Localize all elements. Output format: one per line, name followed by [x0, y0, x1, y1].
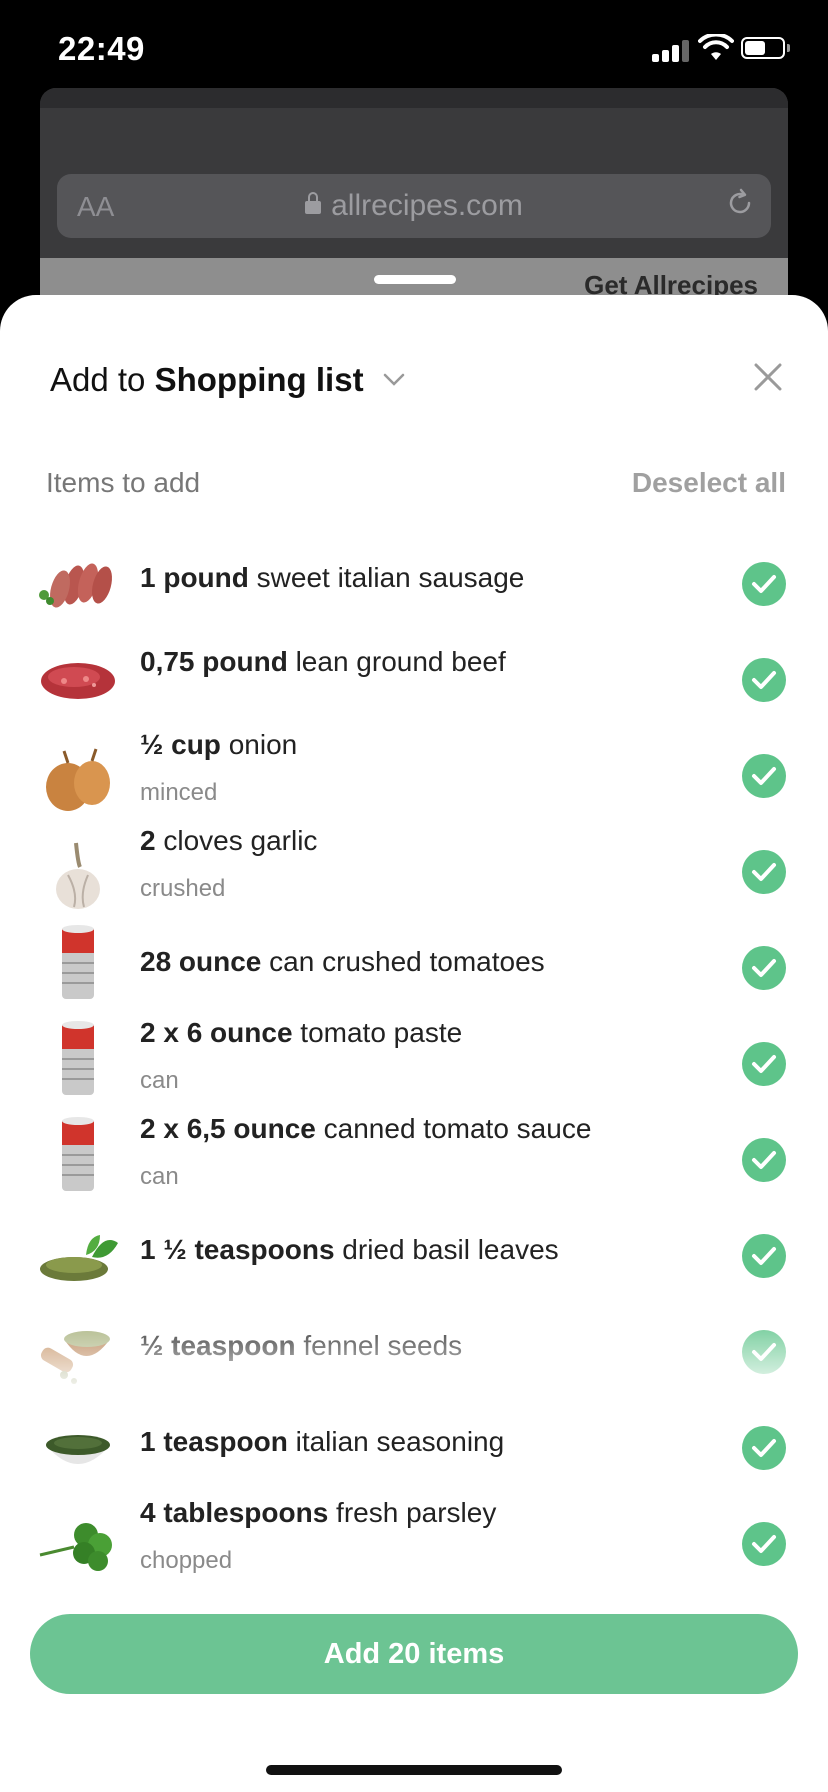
add-items-button[interactable]: Add 20 items: [30, 1614, 798, 1694]
item-quantity: ½ cup: [140, 729, 221, 760]
item-quantity: 4 tablespoons: [140, 1497, 329, 1528]
add-to-list-sheet: Add to Shopping list Items to add Desele…: [0, 295, 828, 1792]
sheet-title[interactable]: Add to Shopping list: [50, 361, 405, 399]
battery-icon: [741, 37, 785, 59]
item-text: 1 pound sweet italian sausage: [140, 562, 524, 594]
item-note: chopped: [140, 1547, 233, 1574]
onion-icon: [46, 748, 110, 811]
sausage-icon: [39, 563, 112, 608]
list-item[interactable]: 4 tablespoons fresh parsley chopped: [0, 1497, 828, 1613]
item-quantity: 1 ½ teaspoons: [140, 1234, 335, 1265]
item-text: ½ teaspoon fennel seeds: [140, 1330, 462, 1362]
checkbox-checked[interactable]: [742, 562, 786, 606]
item-quantity: 28 ounce: [140, 946, 262, 977]
list-item[interactable]: 2 x 6,5 ounce canned tomato sauce can: [0, 1113, 828, 1229]
item-quantity: 2: [140, 825, 156, 856]
list-item[interactable]: ½ cup onion minced: [0, 729, 828, 845]
status-time: 22:49: [58, 30, 145, 67]
item-text: 28 ounce can crushed tomatoes: [140, 946, 545, 978]
reload-icon[interactable]: [725, 188, 755, 218]
item-text: 2 x 6,5 ounce canned tomato sauce: [140, 1113, 591, 1145]
url-bar[interactable]: AA allrecipes.com: [57, 174, 771, 238]
item-name: fennel seeds: [303, 1330, 463, 1361]
chevron-down-icon[interactable]: [383, 373, 405, 387]
parsley-icon: [39, 1523, 112, 1571]
item-quantity: 1 teaspoon: [140, 1426, 288, 1457]
item-text: 0,75 pound lean ground beef: [140, 646, 506, 678]
item-text: 1 ½ teaspoons dried basil leaves: [140, 1234, 559, 1266]
fennel-seeds-icon: [40, 1331, 110, 1384]
sheet-grabber-handle[interactable]: [374, 275, 456, 284]
checkbox-checked[interactable]: [742, 850, 786, 894]
checkbox-checked[interactable]: [742, 1330, 786, 1374]
item-name: cloves garlic: [163, 825, 318, 856]
item-name: lean ground beef: [295, 646, 506, 677]
url-display[interactable]: allrecipes.com: [57, 189, 771, 223]
checkbox-checked[interactable]: [742, 1426, 786, 1470]
item-note: can: [140, 1067, 179, 1094]
checkbox-checked[interactable]: [742, 1042, 786, 1086]
wifi-icon: [698, 34, 734, 60]
close-icon[interactable]: [748, 357, 788, 397]
item-name: onion: [228, 729, 298, 760]
cellular-signal-icon: [652, 40, 690, 62]
basil-icon: [40, 1235, 118, 1281]
tomato-can-icon: [62, 925, 94, 999]
garlic-icon: [56, 842, 100, 909]
item-name: tomato paste: [300, 1017, 463, 1048]
item-name: can crushed tomatoes: [269, 946, 545, 977]
seasoning-icon: [46, 1435, 110, 1464]
list-item[interactable]: 0,75 pound lean ground beef: [0, 646, 828, 749]
item-name: sweet italian sausage: [256, 562, 525, 593]
list-item[interactable]: 1 pound sweet italian sausage: [0, 557, 828, 653]
item-note: crushed: [140, 875, 226, 902]
item-note: minced: [140, 779, 218, 806]
item-text: ½ cup onion: [140, 729, 297, 761]
battery-tip: [787, 44, 790, 52]
url-text: allrecipes.com: [331, 189, 523, 222]
item-text: 1 teaspoon italian seasoning: [140, 1426, 504, 1458]
tomato-can-icon: [62, 1021, 94, 1095]
item-text: 2 cloves garlic: [140, 825, 317, 857]
list-selector[interactable]: Shopping list: [155, 361, 364, 398]
item-quantity: 2 x 6,5 ounce: [140, 1113, 316, 1144]
item-quantity: 2 x 6 ounce: [140, 1017, 293, 1048]
list-item[interactable]: 2 cloves garlic crushed: [0, 825, 828, 941]
list-item[interactable]: ½ teaspoon fennel seeds: [0, 1325, 828, 1421]
ground-beef-icon: [41, 663, 115, 699]
checkbox-checked[interactable]: [742, 1522, 786, 1566]
item-name: canned tomato sauce: [323, 1113, 592, 1144]
item-text: 2 x 6 ounce tomato paste: [140, 1017, 462, 1049]
deselect-all-button[interactable]: Deselect all: [632, 467, 786, 499]
item-text: 4 tablespoons fresh parsley: [140, 1497, 496, 1529]
items-to-add-label: Items to add: [46, 467, 201, 498]
checkbox-checked[interactable]: [742, 658, 786, 702]
checkbox-checked[interactable]: [742, 1138, 786, 1182]
item-note: can: [140, 1163, 179, 1190]
item-name: dried basil leaves: [342, 1234, 559, 1265]
item-name: fresh parsley: [336, 1497, 497, 1528]
item-quantity: 0,75 pound: [140, 646, 288, 677]
title-prefix: Add to: [50, 361, 146, 398]
item-name: italian seasoning: [295, 1426, 505, 1457]
checkbox-checked[interactable]: [742, 754, 786, 798]
list-item[interactable]: 1 ½ teaspoons dried basil leaves: [0, 1229, 828, 1325]
lock-icon: [305, 192, 322, 214]
browser-top-area: [40, 88, 788, 108]
checkbox-checked[interactable]: [742, 946, 786, 990]
status-bar: 22:49: [0, 0, 828, 90]
tomato-can-icon: [62, 1117, 94, 1191]
item-quantity: ½ teaspoon: [140, 1330, 296, 1361]
home-indicator: [266, 1765, 562, 1775]
item-quantity: 1 pound: [140, 562, 249, 593]
checkbox-checked[interactable]: [742, 1234, 786, 1278]
